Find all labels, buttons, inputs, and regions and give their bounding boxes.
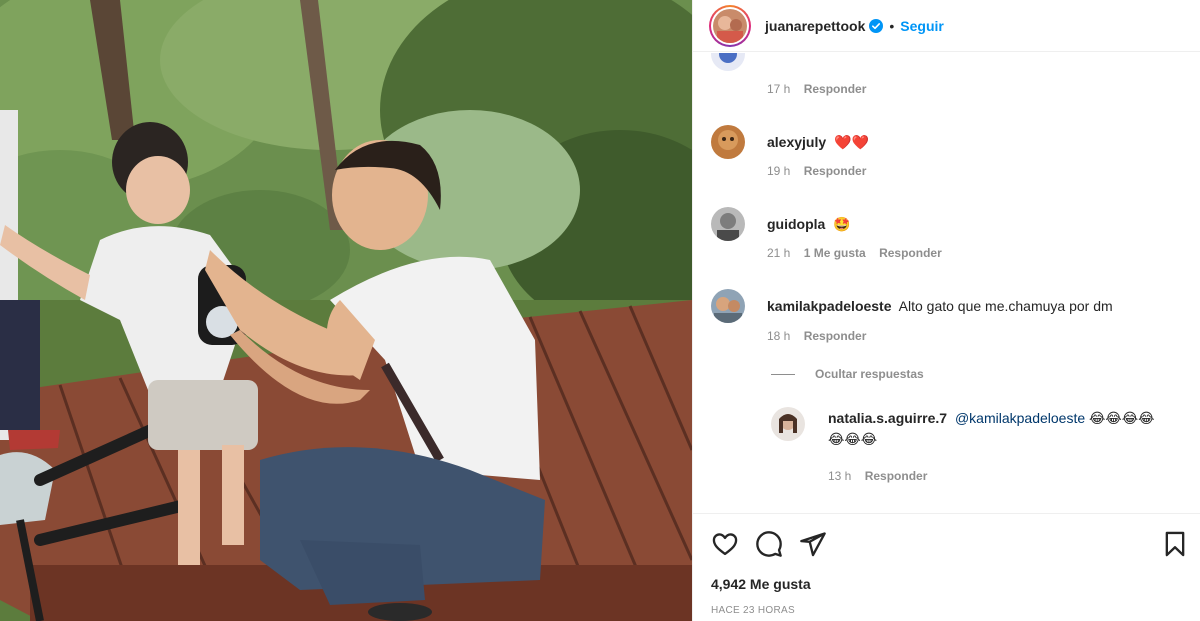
comment-time: 21 h — [767, 246, 791, 260]
likes-count[interactable]: 4,942 Me gusta — [711, 576, 811, 592]
comment-time: 19 h — [767, 164, 791, 178]
comment-avatar[interactable] — [711, 207, 745, 241]
reply-body-line2: 😂😂😂 — [828, 432, 878, 448]
comment-item: kamilakpadeloeste Alto gato que me.chamu… — [711, 289, 1113, 323]
separator-dot: • — [889, 17, 895, 34]
author-avatar[interactable] — [709, 4, 751, 47]
reply-button[interactable]: Responder — [865, 469, 928, 483]
reply-text: natalia.s.aguirre.7 @kamilakpadeloeste 😂… — [828, 408, 1188, 450]
post-image — [0, 0, 692, 621]
comment-username[interactable]: kamilakpadeloeste — [767, 298, 892, 314]
reply-button[interactable]: Responder — [804, 164, 867, 178]
post-actions: 4,942 Me gusta HACE 23 HORAS — [693, 513, 1200, 621]
reply-username[interactable]: natalia.s.aguirre.7 — [828, 410, 947, 426]
reply-avatar[interactable] — [771, 407, 805, 441]
comment-item: alexyjuly ❤️❤️ — [711, 125, 869, 159]
reply-button[interactable]: Responder — [879, 246, 942, 260]
comment-avatar[interactable] — [711, 53, 745, 71]
heart-icon[interactable] — [711, 530, 739, 558]
comment-text: guidopla 🤩 — [767, 214, 851, 235]
hide-replies-button[interactable]: Ocultar respuestas — [771, 367, 924, 381]
bookmark-icon[interactable] — [1161, 530, 1189, 558]
comment-body: Alto gato que me.chamuya por dm — [898, 298, 1113, 314]
reply-time: 13 h — [828, 469, 852, 483]
comment-username[interactable]: guidopla — [767, 216, 825, 232]
comments-list[interactable]: 17 h Responder alexyjuly ❤️❤️ 19 h Respo… — [693, 53, 1200, 513]
author-avatar-image — [713, 8, 747, 43]
comment-time: 17 h — [767, 82, 791, 96]
reply-meta: 13 h Responder — [828, 469, 937, 483]
comment-username[interactable]: alexyjuly — [767, 134, 826, 150]
post-timestamp: HACE 23 HORAS — [711, 605, 795, 616]
comment-time: 18 h — [767, 329, 791, 343]
comment-likes[interactable]: 1 Me gusta — [804, 246, 866, 260]
comment-avatar[interactable] — [711, 289, 745, 323]
comment-meta: 19 h Responder — [767, 164, 876, 178]
reply-mention[interactable]: @kamilakpadeloeste — [955, 410, 1085, 426]
comment-meta: 18 h Responder — [767, 329, 876, 343]
comment-item: guidopla 🤩 — [711, 207, 851, 241]
comment-avatar[interactable] — [711, 125, 745, 159]
comment-text: alexyjuly ❤️❤️ — [767, 132, 869, 153]
comment-body: ❤️❤️ — [834, 134, 869, 151]
comment-body: 🤩 — [833, 216, 851, 233]
reply-body-line1: 😂😂😂😂 — [1089, 411, 1155, 427]
comment-bubble-icon[interactable] — [755, 530, 783, 558]
post-side-panel: juanarepettook • Seguir 17 h Responder a… — [692, 0, 1200, 621]
author-username[interactable]: juanarepettook — [765, 18, 865, 34]
post-header: juanarepettook • Seguir — [693, 0, 1200, 52]
comment-meta: 21 h 1 Me gusta Responder — [767, 246, 952, 260]
paper-plane-icon[interactable] — [799, 530, 827, 558]
follow-button[interactable]: Seguir — [900, 18, 944, 34]
hide-replies-line — [771, 373, 795, 375]
reply-button[interactable]: Responder — [804, 329, 867, 343]
hide-replies-label: Ocultar respuestas — [815, 367, 924, 381]
comment-text: kamilakpadeloeste Alto gato que me.chamu… — [767, 296, 1113, 316]
comment-meta: 17 h Responder — [767, 82, 876, 96]
post-photo[interactable] — [0, 0, 692, 621]
reply-button[interactable]: Responder — [804, 82, 867, 96]
verified-badge-icon — [869, 18, 884, 33]
